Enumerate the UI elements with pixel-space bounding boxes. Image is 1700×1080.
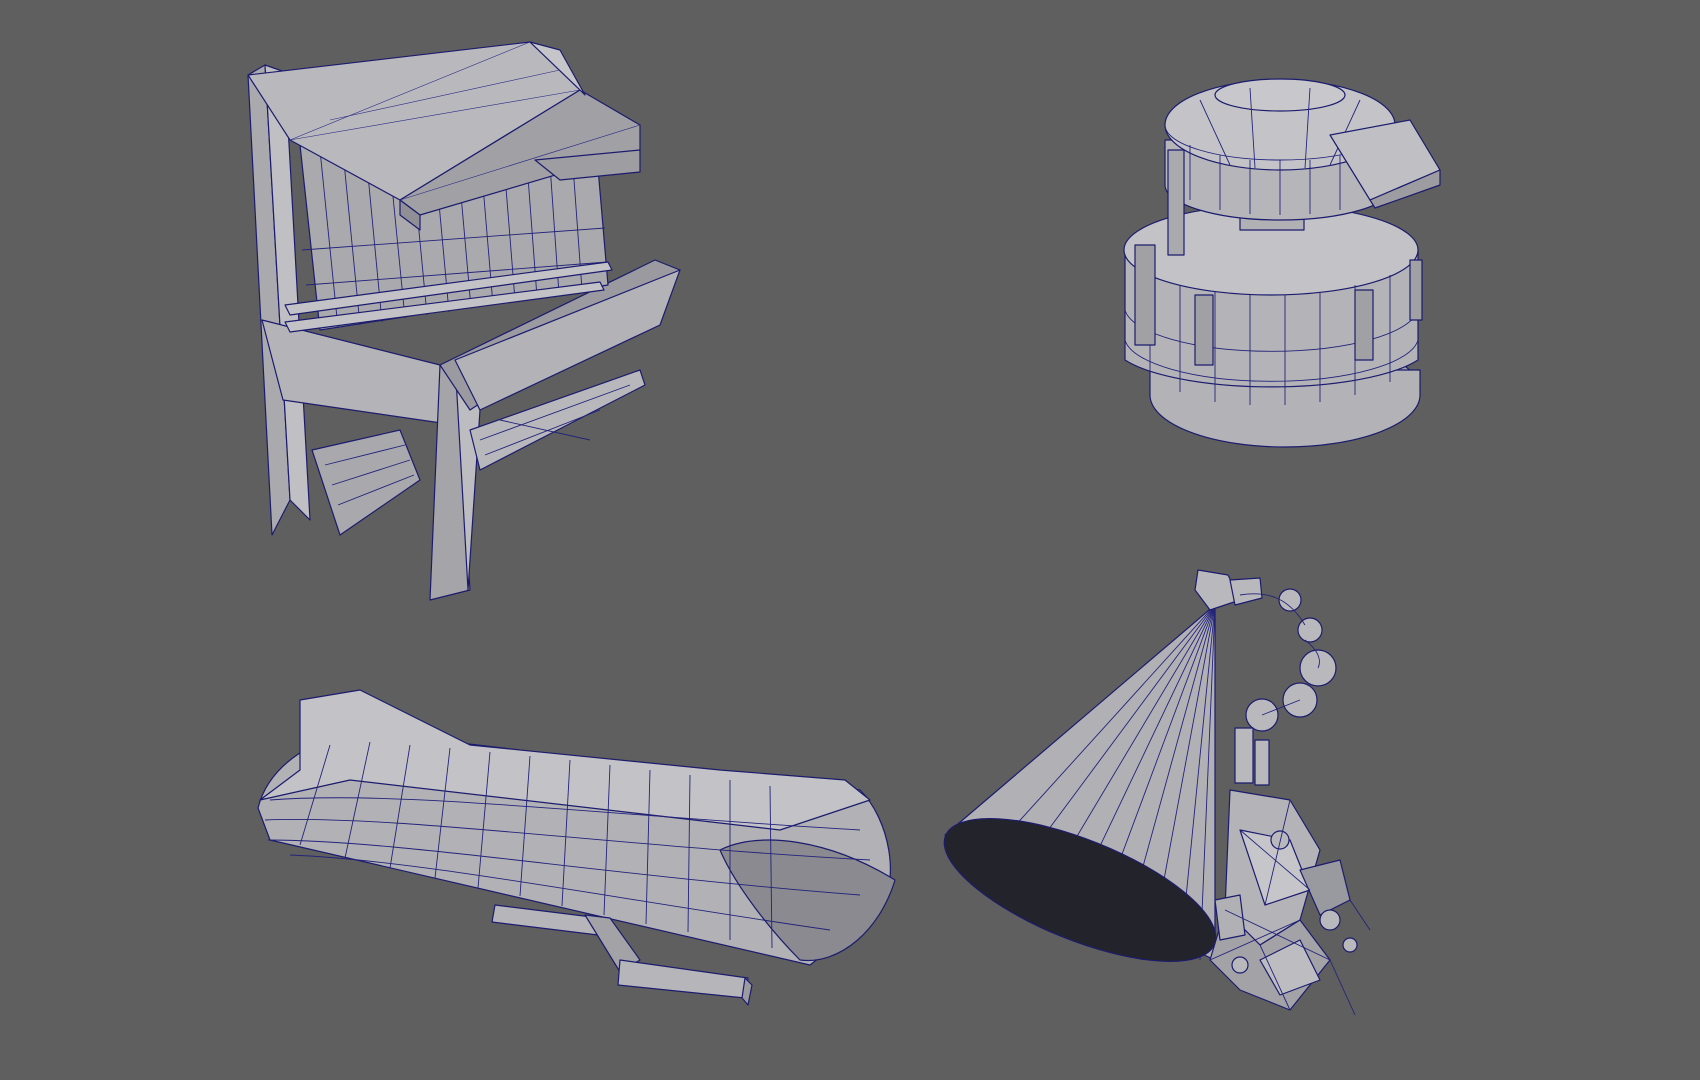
cone-wreck-mesh[interactable] xyxy=(927,569,1371,1016)
broken-pipe-mesh[interactable] xyxy=(257,689,896,1006)
watch-tower-mesh[interactable] xyxy=(247,41,681,601)
cylinder-pod-mesh[interactable] xyxy=(1123,78,1441,448)
3d-viewport[interactable] xyxy=(0,0,1700,1080)
viewport-canvas[interactable] xyxy=(0,0,1700,1080)
